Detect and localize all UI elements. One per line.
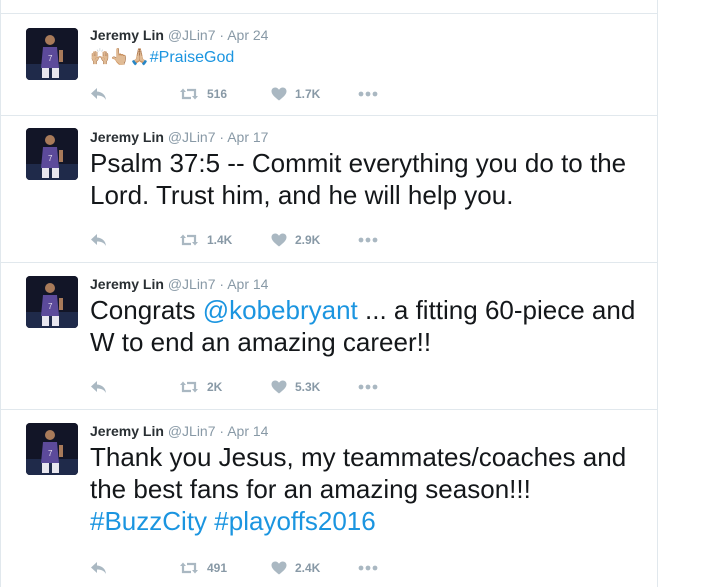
tweet-date[interactable]: Apr 14 <box>227 423 268 439</box>
author-handle[interactable]: @JLin7 <box>168 27 216 43</box>
tweet-header: Jeremy Lin @JLin7 · Apr 17 <box>90 128 268 146</box>
tweet-date[interactable]: Apr 24 <box>227 27 268 43</box>
more-button[interactable] <box>358 231 378 249</box>
separator: · <box>219 129 225 145</box>
text-before-mention: Congrats <box>90 295 203 325</box>
avatar[interactable]: 7 <box>26 28 78 80</box>
heart-icon <box>271 233 287 247</box>
reply-icon <box>91 88 106 100</box>
reply-icon <box>91 234 106 246</box>
like-button[interactable]: 5.3K <box>271 378 320 396</box>
author-name[interactable]: Jeremy Lin <box>90 27 164 43</box>
avatar[interactable]: 7 <box>26 276 78 328</box>
reply-button[interactable] <box>90 559 107 577</box>
reply-button[interactable] <box>90 85 107 103</box>
more-icon <box>358 565 378 571</box>
retweet-count: 1.4K <box>207 233 233 247</box>
author-handle[interactable]: @JLin7 <box>168 423 216 439</box>
avatar[interactable]: 7 <box>26 423 78 475</box>
avatar[interactable]: 7 <box>26 128 78 180</box>
reply-button[interactable] <box>90 231 107 249</box>
tweet-text: 🙌🏼👆🏼🙏🏼#PraiseGod <box>90 47 647 69</box>
hashtag-buzzcity[interactable]: #BuzzCity <box>90 506 207 536</box>
like-button[interactable]: 2.4K <box>271 559 320 577</box>
retweet-button[interactable]: 516 <box>179 85 227 103</box>
retweet-count: 491 <box>207 561 228 575</box>
more-icon <box>358 91 378 97</box>
heart-icon <box>271 380 287 394</box>
tweet-item[interactable]: 7 Jeremy Lin @JLin7 · Apr 24 🙌🏼👆🏼🙏🏼#Prai… <box>1 14 657 114</box>
reply-icon <box>91 381 106 393</box>
svg-text:7: 7 <box>48 54 53 63</box>
tweet-timeline: 7 Jeremy Lin @JLin7 · Apr 24 🙌🏼👆🏼🙏🏼#Prai… <box>0 0 658 587</box>
tweet-text: Thank you Jesus, my teammates/coaches an… <box>90 441 647 537</box>
separator: · <box>219 27 225 43</box>
tweet-item[interactable]: 7 Jeremy Lin @JLin7 · Apr 17 Psalm 37:5 … <box>1 116 657 262</box>
page-background-right <box>659 0 703 587</box>
like-count: 2.4K <box>295 561 321 575</box>
reply-icon <box>91 562 106 574</box>
author-handle[interactable]: @JLin7 <box>168 129 216 145</box>
retweet-button[interactable]: 1.4K <box>179 231 232 249</box>
more-button[interactable] <box>358 559 378 577</box>
reply-button[interactable] <box>90 378 107 396</box>
author-name[interactable]: Jeremy Lin <box>90 423 164 439</box>
tweet-body-text: Thank you Jesus, my teammates/coaches an… <box>90 442 627 504</box>
emoji-text: 🙌🏼👆🏼🙏🏼 <box>90 49 150 66</box>
like-count: 2.9K <box>295 233 321 247</box>
retweet-icon <box>180 381 198 393</box>
hashtag-playoffs2016[interactable]: #playoffs2016 <box>214 506 375 536</box>
retweet-count: 2K <box>207 380 223 394</box>
heart-icon <box>271 87 287 101</box>
more-button[interactable] <box>358 378 378 396</box>
retweet-icon <box>180 88 198 100</box>
separator: · <box>219 423 225 439</box>
tweet-header: Jeremy Lin @JLin7 · Apr 14 <box>90 275 268 293</box>
retweet-icon <box>180 234 198 246</box>
tweet-date[interactable]: Apr 17 <box>227 129 268 145</box>
retweet-count: 516 <box>207 87 228 101</box>
retweet-icon <box>180 562 198 574</box>
svg-text:7: 7 <box>48 154 53 163</box>
hashtag-link[interactable]: #PraiseGod <box>150 49 235 66</box>
like-button[interactable]: 2.9K <box>271 231 320 249</box>
mention-link[interactable]: @kobebryant <box>203 295 358 325</box>
more-button[interactable] <box>358 85 378 103</box>
tweet-header: Jeremy Lin @JLin7 · Apr 24 <box>90 26 268 44</box>
tweet-date[interactable]: Apr 14 <box>227 276 268 292</box>
tweet-item[interactable]: 7 Jeremy Lin @JLin7 · Apr 14 Congrats @k… <box>1 263 657 409</box>
author-name[interactable]: Jeremy Lin <box>90 276 164 292</box>
more-icon <box>358 384 378 390</box>
tweet-text: Psalm 37:5 -- Commit everything you do t… <box>90 148 627 210</box>
like-count: 1.7K <box>295 87 321 101</box>
tweet-item[interactable]: 7 Jeremy Lin @JLin7 · Apr 14 Thank you J… <box>1 410 657 587</box>
separator: · <box>219 276 225 292</box>
author-name[interactable]: Jeremy Lin <box>90 129 164 145</box>
like-button[interactable]: 1.7K <box>271 85 320 103</box>
tweet-text: Congrats @kobebryant ... a fitting 60-pi… <box>90 294 647 358</box>
heart-icon <box>271 561 287 575</box>
tweet-header: Jeremy Lin @JLin7 · Apr 14 <box>90 422 268 440</box>
author-handle[interactable]: @JLin7 <box>168 276 216 292</box>
svg-text:7: 7 <box>48 449 53 458</box>
svg-text:7: 7 <box>48 302 53 311</box>
retweet-button[interactable]: 2K <box>179 378 222 396</box>
retweet-button[interactable]: 491 <box>179 559 227 577</box>
like-count: 5.3K <box>295 380 321 394</box>
more-icon <box>358 237 378 243</box>
